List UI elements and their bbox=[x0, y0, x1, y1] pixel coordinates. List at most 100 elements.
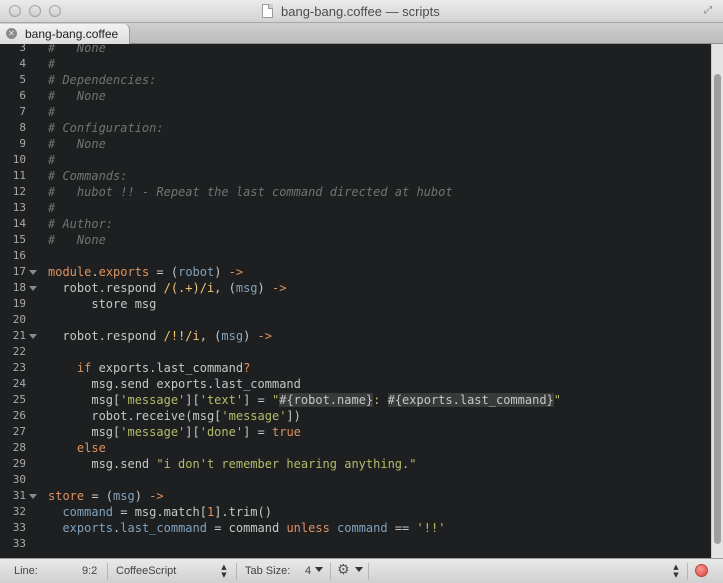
code-line[interactable]: 5 # Dependencies: bbox=[0, 72, 711, 88]
line-number: 31 bbox=[12, 489, 26, 502]
code-text: msg.send "i don't remember hearing anyth… bbox=[48, 456, 416, 472]
fullscreen-icon[interactable]: ⤢ bbox=[702, 5, 714, 17]
tab-size-value[interactable]: 4 bbox=[305, 564, 311, 579]
code-line[interactable]: 31 store = (msg) -> bbox=[0, 488, 711, 504]
code-line[interactable]: 33 exports.last_command = command unless… bbox=[0, 520, 711, 536]
code-line[interactable]: 29 msg.send "i don't remember hearing an… bbox=[0, 456, 711, 472]
code-text: # None bbox=[48, 88, 106, 104]
scroll-updown-icon[interactable]: ▲ ▼ bbox=[672, 563, 680, 579]
code-token: 'message' bbox=[221, 409, 287, 423]
code-token: -> bbox=[149, 489, 164, 503]
code-line[interactable]: 18 robot.respond /(.+)/i, (msg) -> bbox=[0, 280, 711, 296]
minimize-window-button[interactable] bbox=[29, 5, 41, 17]
app-window: bang-bang.coffee — scripts ⤢ ✕ bang-bang… bbox=[0, 0, 723, 583]
scrollbar-thumb[interactable] bbox=[714, 74, 721, 544]
code-line[interactable]: 4 # bbox=[0, 56, 711, 72]
fold-arrow-icon[interactable] bbox=[29, 334, 37, 339]
code-line[interactable]: 33 bbox=[0, 536, 711, 552]
chevron-down-icon[interactable] bbox=[315, 567, 323, 572]
code-token: ( bbox=[170, 265, 179, 279]
chevron-down-icon[interactable] bbox=[355, 567, 363, 572]
code-token: # Commands: bbox=[48, 169, 128, 183]
code-line[interactable]: 15 # None bbox=[0, 232, 711, 248]
code-token: msg[ bbox=[48, 393, 121, 407]
fold-arrow-icon[interactable] bbox=[29, 286, 37, 291]
code-token: module bbox=[48, 265, 92, 279]
code-text: module.exports = (robot) -> bbox=[48, 264, 243, 280]
code-line[interactable]: 23 if exports.last_command? bbox=[0, 360, 711, 376]
line-number: 16 bbox=[12, 249, 26, 262]
code-line[interactable]: 17 module.exports = (robot) -> bbox=[0, 264, 711, 280]
code-token: # None bbox=[48, 44, 106, 55]
code-line[interactable]: 7 # bbox=[0, 104, 711, 120]
code-line[interactable]: 30 bbox=[0, 472, 711, 488]
code-token: = ( bbox=[84, 489, 114, 503]
syntax-selector[interactable]: CoffeeScript bbox=[116, 564, 176, 579]
code-line[interactable]: 3 # None bbox=[0, 44, 711, 56]
code-line[interactable]: 27 msg['message']['done'] = true bbox=[0, 424, 711, 440]
tab-bang-bang-coffee[interactable]: ✕ bang-bang.coffee bbox=[0, 24, 130, 44]
code-token: " bbox=[553, 393, 562, 407]
code-token: = msg.match[ bbox=[113, 505, 207, 519]
code-line[interactable]: 13 # bbox=[0, 200, 711, 216]
gear-icon[interactable]: ⚙ bbox=[337, 562, 350, 579]
code-line[interactable]: 21 robot.respond /!!/i, (msg) -> bbox=[0, 328, 711, 344]
line-number: 23 bbox=[12, 361, 26, 374]
line-number: 5 bbox=[19, 73, 26, 86]
code-line[interactable]: 28 else bbox=[0, 440, 711, 456]
code-editor[interactable]: 3 # None 4 #5 # Dependencies: 6 # None 7 #8 # Con… bbox=[0, 44, 711, 558]
fold-arrow-icon[interactable] bbox=[29, 494, 37, 499]
record-icon[interactable] bbox=[695, 564, 708, 577]
status-bar: Line: 9:2 CoffeeScript ▲ ▼ Tab Size: 4 ⚙ … bbox=[0, 558, 723, 583]
code-line[interactable]: 6 # None bbox=[0, 88, 711, 104]
line-number: 32 bbox=[12, 505, 26, 518]
code-text: # Author: bbox=[48, 216, 113, 232]
code-line[interactable]: 26 robot.receive(msg['message']) bbox=[0, 408, 711, 424]
line-number: 33 bbox=[12, 537, 26, 550]
code-text: store msg bbox=[48, 296, 156, 312]
code-token: , ( bbox=[214, 281, 236, 295]
code-token: store bbox=[48, 489, 85, 503]
code-text: store = (msg) -> bbox=[48, 488, 164, 504]
code-token: unless bbox=[286, 521, 338, 535]
code-line[interactable]: 16 bbox=[0, 248, 711, 264]
code-token: # None bbox=[48, 89, 106, 103]
fold-arrow-icon[interactable] bbox=[29, 270, 37, 275]
code-line[interactable]: 24 msg.send exports.last_command bbox=[0, 376, 711, 392]
vertical-scrollbar[interactable] bbox=[711, 44, 723, 558]
code-line[interactable]: 8 # Configuration: bbox=[0, 120, 711, 136]
code-line[interactable]: 19 store msg bbox=[0, 296, 711, 312]
line-number: 7 bbox=[19, 105, 26, 118]
code-text: else bbox=[48, 440, 106, 456]
code-text: robot.respond /(.+)/i, (msg) -> bbox=[48, 280, 286, 296]
code-line[interactable]: 14 # Author: bbox=[0, 216, 711, 232]
code-line[interactable]: 9 # None bbox=[0, 136, 711, 152]
code-text: # bbox=[48, 104, 55, 120]
code-text: msg['message']['text'] = " #{robot.name}:… bbox=[48, 392, 561, 408]
divider bbox=[236, 563, 237, 580]
code-line[interactable]: 22 bbox=[0, 344, 711, 360]
tab-close-icon[interactable]: ✕ bbox=[6, 28, 17, 39]
code-token: -> bbox=[228, 265, 244, 279]
code-token: ][ bbox=[185, 393, 200, 407]
close-window-button[interactable] bbox=[9, 5, 21, 17]
code-line[interactable]: 25 msg['message']['text'] = " #{robot.nam… bbox=[0, 392, 711, 408]
syntax-updown-icon[interactable]: ▲ ▼ bbox=[220, 563, 228, 579]
line-number: 33 bbox=[12, 521, 26, 534]
code-token: exports bbox=[98, 265, 150, 279]
code-line[interactable]: 12 # hubot !! - Repeat the last command d… bbox=[0, 184, 711, 200]
code-token: # None bbox=[48, 137, 106, 151]
code-token: true bbox=[272, 425, 301, 439]
code-line[interactable]: 32 command = msg.match[1].trim() bbox=[0, 504, 711, 520]
code-token: "i don't remember hearing anything." bbox=[156, 457, 417, 471]
line-number: 17 bbox=[12, 265, 26, 278]
divider bbox=[368, 563, 369, 580]
line-number: 15 bbox=[12, 233, 26, 246]
code-line[interactable]: 10 # bbox=[0, 152, 711, 168]
code-token: = command bbox=[206, 521, 287, 535]
code-line[interactable]: 11 # Commands: bbox=[0, 168, 711, 184]
line-number: 21 bbox=[12, 329, 26, 342]
zoom-window-button[interactable] bbox=[49, 5, 61, 17]
code-line[interactable]: 20 bbox=[0, 312, 711, 328]
code-text: # hubot !! - Repeat the last command dir… bbox=[48, 184, 453, 200]
